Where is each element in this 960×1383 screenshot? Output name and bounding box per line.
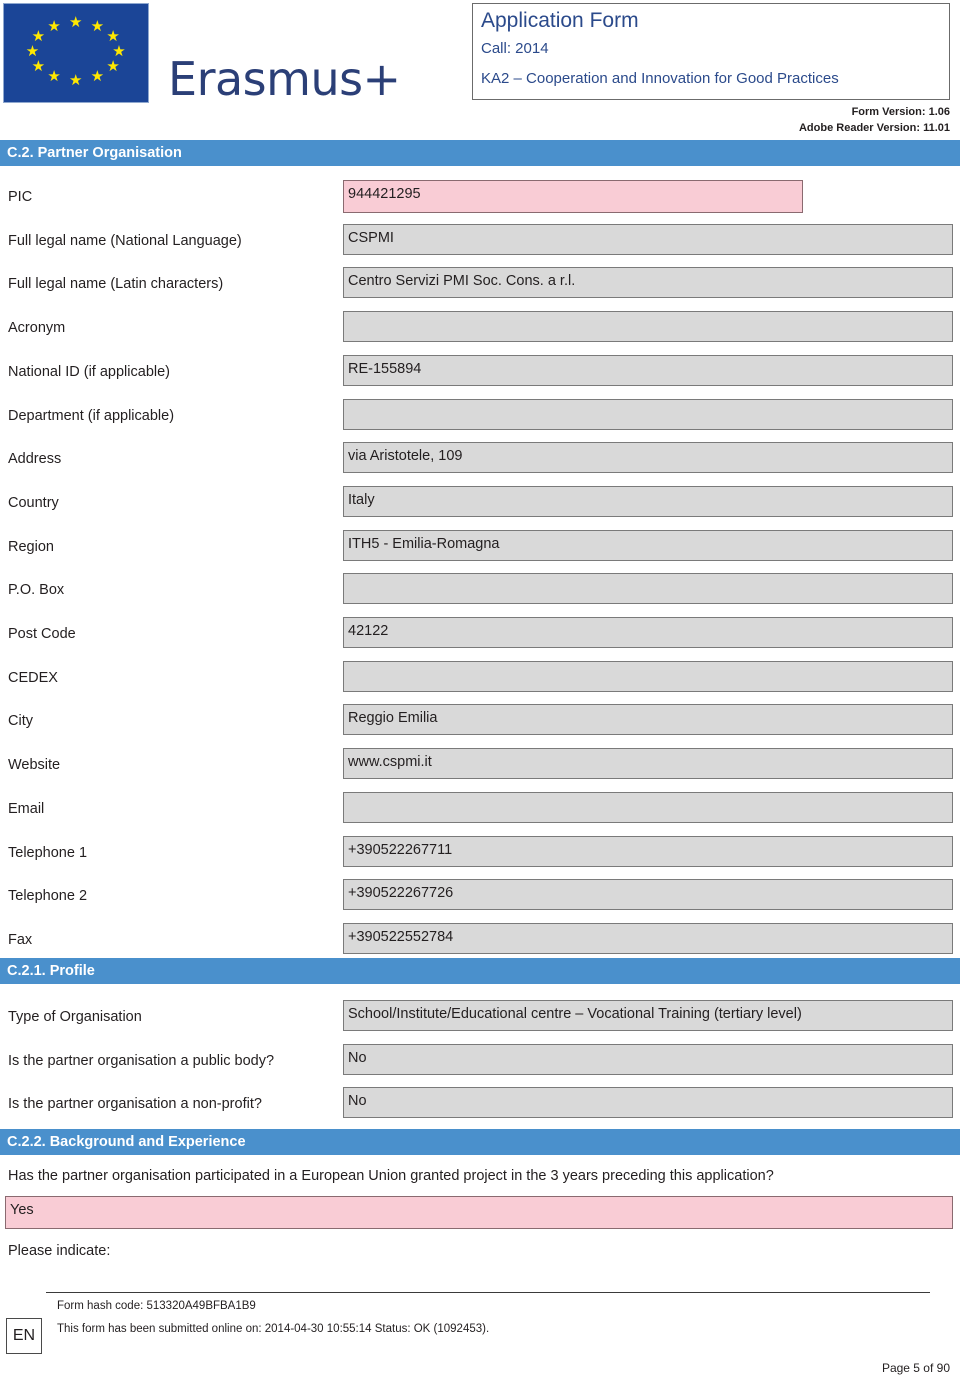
erasmus-plus-wordmark: Erasmus+ bbox=[168, 52, 401, 106]
form-hash-code: Form hash code: 513320A49BFBA1B9 bbox=[57, 1300, 256, 1312]
profile-label-0: Type of Organisation bbox=[8, 1009, 142, 1025]
organisation-label-13: Website bbox=[8, 757, 61, 773]
form-row: Type of Organisation School/Institute/Edu… bbox=[0, 1000, 960, 1040]
form-row: National ID (if applicable) RE-155894 bbox=[0, 355, 960, 395]
form-row: Website www.cspmi.it bbox=[0, 748, 960, 788]
organisation-field-12[interactable]: Reggio Emilia bbox=[343, 704, 953, 735]
organisation-label-11: CEDEX bbox=[8, 670, 58, 686]
organisation-label-4: National ID (if applicable) bbox=[8, 364, 170, 380]
form-row: Full legal name (National Language) CSPMI bbox=[0, 224, 960, 264]
background-question-text: Has the partner organisation participate… bbox=[8, 1168, 774, 1184]
organisation-field-2[interactable]: Centro Servizi PMI Soc. Cons. a r.l. bbox=[343, 267, 953, 298]
organisation-field-8[interactable]: ITH5 - Emilia-Romagna bbox=[343, 530, 953, 561]
form-row: Full legal name (Latin characters) Centro… bbox=[0, 267, 960, 307]
form-row: Telephone 1 +390522267711 bbox=[0, 836, 960, 876]
organisation-field-15[interactable]: +390522267711 bbox=[343, 836, 953, 867]
organisation-field-9[interactable] bbox=[343, 573, 953, 604]
page-number-text: Page 5 of 90 bbox=[881, 1361, 950, 1375]
organisation-field-17[interactable]: +390522552784 bbox=[343, 923, 953, 954]
organisation-label-1: Full legal name (National Language) bbox=[8, 233, 242, 249]
form-row: Country Italy bbox=[0, 486, 960, 526]
organisation-field-14[interactable] bbox=[343, 792, 953, 823]
eu-stars-circle bbox=[4, 4, 148, 102]
section-header-background: C.2.2. Background and Experience bbox=[0, 1129, 960, 1155]
form-row: Email bbox=[0, 792, 960, 832]
form-version-text: Form Version: 1.06 bbox=[851, 106, 950, 118]
organisation-field-11[interactable] bbox=[343, 661, 953, 692]
organisation-label-3: Acronym bbox=[8, 320, 66, 336]
section-header-partner-organisation: C.2. Partner Organisation bbox=[0, 140, 960, 166]
footer-divider bbox=[46, 1292, 930, 1293]
organisation-label-12: City bbox=[8, 713, 33, 729]
organisation-label-6: Address bbox=[8, 451, 62, 467]
form-row: Acronym bbox=[0, 311, 960, 351]
section-header-profile: C.2.1. Profile bbox=[0, 958, 960, 984]
organisation-label-5: Department (if applicable) bbox=[8, 408, 175, 424]
eu-flag-logo bbox=[3, 3, 149, 103]
organisation-label-16: Telephone 2 bbox=[8, 888, 88, 904]
form-action-text: KA2 – Cooperation and Innovation for Goo… bbox=[481, 70, 839, 87]
form-title-text: Application Form bbox=[481, 9, 639, 32]
submission-status-text: This form has been submitted online on: … bbox=[57, 1323, 490, 1335]
profile-field-2[interactable]: No bbox=[343, 1087, 953, 1118]
form-row: CEDEX bbox=[0, 661, 960, 701]
form-row: Region ITH5 - Emilia-Romagna bbox=[0, 530, 960, 570]
profile-field-1[interactable]: No bbox=[343, 1044, 953, 1075]
language-badge: EN bbox=[6, 1318, 42, 1354]
profile-field-0[interactable]: School/Institute/Educational centre – Vo… bbox=[343, 1000, 953, 1031]
organisation-label-10: Post Code bbox=[8, 626, 76, 642]
organisation-field-13[interactable]: www.cspmi.it bbox=[343, 748, 953, 779]
organisation-field-0[interactable]: 944421295 bbox=[343, 180, 803, 213]
organisation-field-10[interactable]: 42122 bbox=[343, 617, 953, 648]
form-row: P.O. Box bbox=[0, 573, 960, 613]
form-row: Is the partner organisation a non-profit… bbox=[0, 1087, 960, 1127]
organisation-field-1[interactable]: CSPMI bbox=[343, 224, 953, 255]
form-row: Telephone 2 +390522267726 bbox=[0, 879, 960, 919]
organisation-label-9: P.O. Box bbox=[8, 582, 65, 598]
organisation-label-8: Region bbox=[8, 539, 54, 555]
form-title-box: Application Form Call: 2014 KA2 – Cooper… bbox=[472, 3, 950, 100]
form-row: PIC 944421295 bbox=[0, 180, 960, 220]
profile-label-2: Is the partner organisation a non-profit… bbox=[8, 1096, 262, 1112]
organisation-field-4[interactable]: RE-155894 bbox=[343, 355, 953, 386]
organisation-label-7: Country bbox=[8, 495, 59, 511]
organisation-field-16[interactable]: +390522267726 bbox=[343, 879, 953, 910]
organisation-label-0: PIC bbox=[8, 189, 33, 205]
please-indicate-label: Please indicate: bbox=[8, 1243, 111, 1259]
form-row: City Reggio Emilia bbox=[0, 704, 960, 744]
profile-label-1: Is the partner organisation a public bod… bbox=[8, 1053, 275, 1069]
form-row: Department (if applicable) bbox=[0, 399, 960, 439]
organisation-field-7[interactable]: Italy bbox=[343, 486, 953, 517]
organisation-label-14: Email bbox=[8, 801, 45, 817]
organisation-label-15: Telephone 1 bbox=[8, 845, 88, 861]
background-answer-field[interactable]: Yes bbox=[5, 1196, 953, 1229]
form-call-text: Call: 2014 bbox=[481, 40, 549, 57]
organisation-label-2: Full legal name (Latin characters) bbox=[8, 276, 224, 292]
page-header: Erasmus+ Application Form Call: 2014 KA2… bbox=[0, 0, 960, 138]
organisation-field-6[interactable]: via Aristotele, 109 bbox=[343, 442, 953, 473]
organisation-field-3[interactable] bbox=[343, 311, 953, 342]
organisation-label-17: Fax bbox=[8, 932, 33, 948]
form-row: Fax +390522552784 bbox=[0, 923, 960, 963]
form-row: Is the partner organisation a public bod… bbox=[0, 1044, 960, 1084]
form-row: Post Code 42122 bbox=[0, 617, 960, 657]
adobe-reader-version-text: Adobe Reader Version: 11.01 bbox=[798, 122, 950, 134]
organisation-field-5[interactable] bbox=[343, 399, 953, 430]
form-row: Address via Aristotele, 109 bbox=[0, 442, 960, 482]
